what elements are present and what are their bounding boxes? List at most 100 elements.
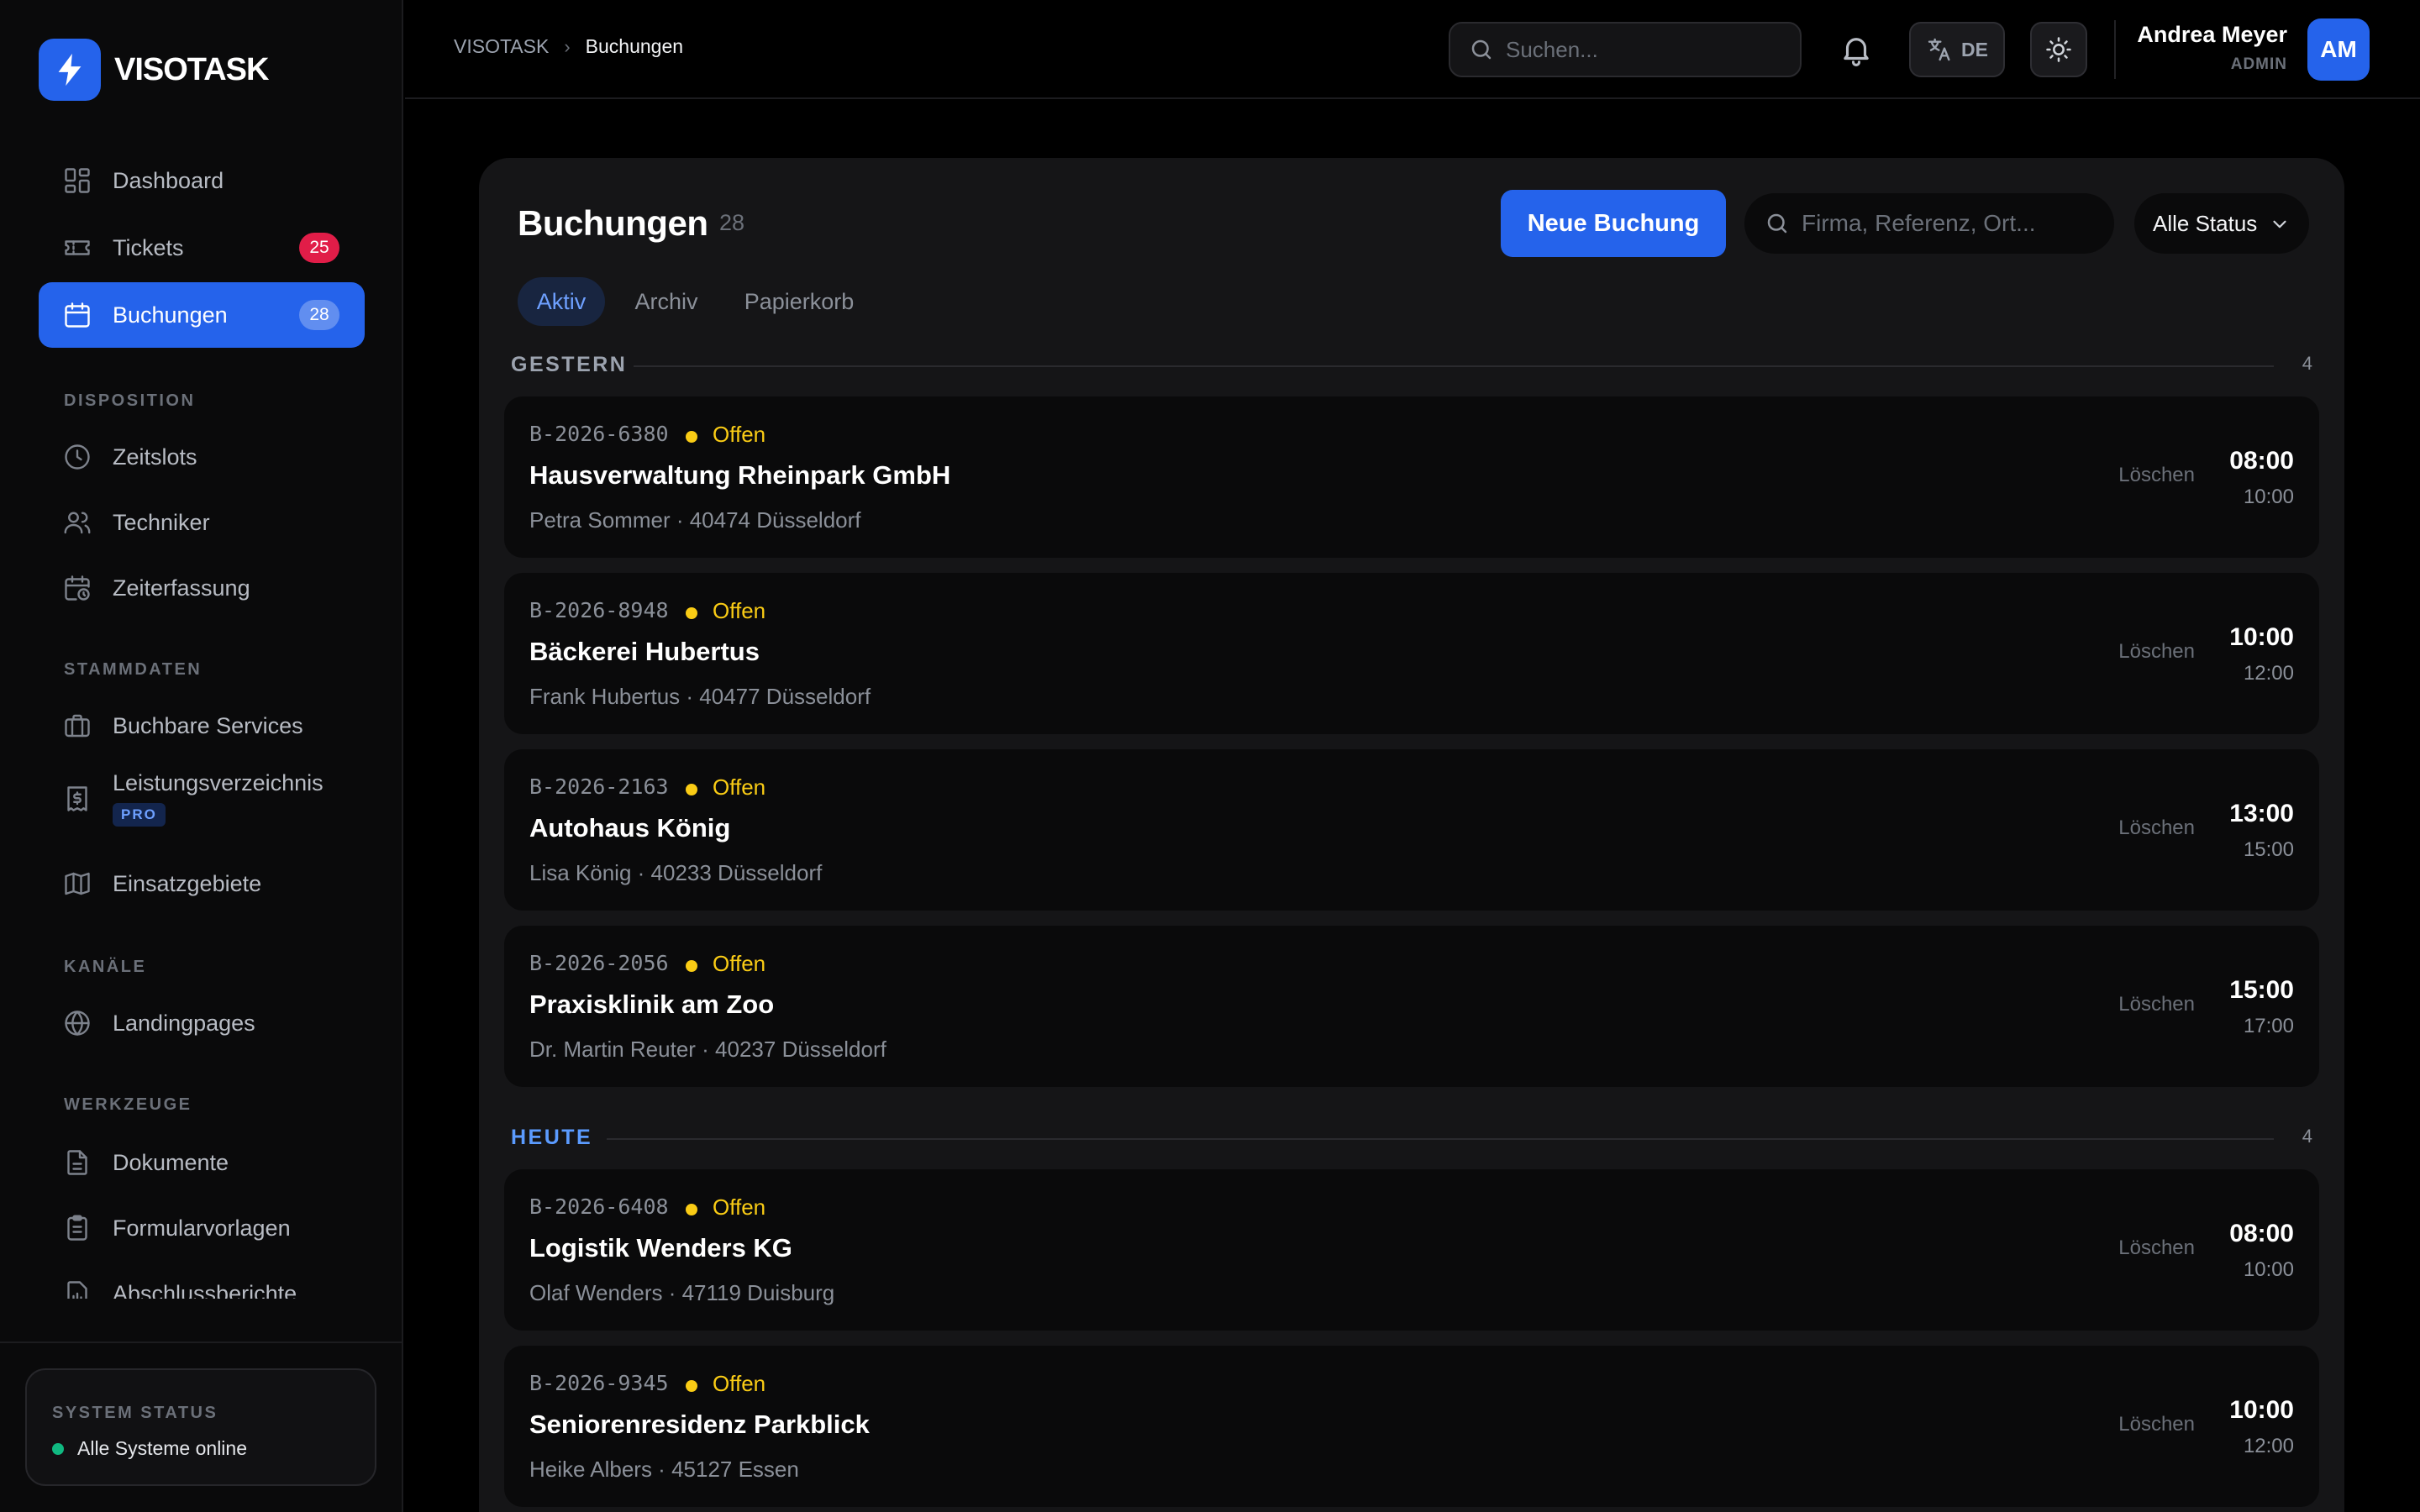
status-dot-icon [686, 784, 697, 795]
sidebar-item-buchbare-services[interactable]: Buchbare Services [39, 693, 365, 759]
booking-title: Autohaus König [529, 813, 731, 843]
booking-status: Offen [713, 598, 766, 623]
sidebar-item-label: Einsatzgebiete [113, 870, 262, 896]
sidebar-item-tickets[interactable]: Tickets 25 [39, 215, 365, 281]
booking-end-time: 10:00 [2243, 486, 2294, 508]
status-dot-icon [686, 1204, 697, 1215]
sidebar-item-label: Zeiterfassung [113, 575, 250, 601]
sidebar-nav: Dashboard Tickets 25 Buchungen 28 DISPOS… [39, 148, 365, 1299]
bookings-search-input[interactable] [1802, 210, 2112, 237]
sidebar-item-abschlussberichte[interactable]: Abschlussberichte [39, 1261, 365, 1299]
pro-badge: PRO [113, 803, 166, 827]
new-booking-button[interactable]: Neue Buchung [1501, 190, 1726, 257]
global-search-input[interactable] [1506, 36, 1791, 63]
booking-card[interactable]: B-2026-6408 Offen Logistik Wenders KG Ol… [504, 1169, 2319, 1331]
booking-start-time: 10:00 [2229, 623, 2294, 651]
tab-archiv[interactable]: Archiv [618, 277, 714, 326]
nav-section-stammdaten: STAMMDATEN [64, 660, 203, 679]
buchungen-count-badge: 28 [299, 300, 339, 330]
sidebar-item-formularvorlagen[interactable]: Formularvorlagen [39, 1195, 365, 1261]
report-icon [67, 1281, 87, 1299]
global-search[interactable] [1449, 22, 1802, 77]
brand[interactable]: VISOTASK [39, 39, 269, 101]
sidebar-item-landingpages[interactable]: Landingpages [39, 990, 365, 1056]
avatar[interactable]: AM [2307, 18, 2370, 81]
language-button[interactable]: DE [1909, 22, 2005, 77]
clipboard-icon [67, 1215, 87, 1241]
clock-icon [65, 444, 90, 470]
delete-booking-button[interactable]: Löschen [2118, 1413, 2195, 1436]
notifications-button[interactable] [1839, 32, 1874, 67]
booking-end-time: 15:00 [2243, 838, 2294, 861]
system-status-card: SYSTEM STATUS Alle Systeme online [25, 1368, 376, 1486]
document-icon [67, 1150, 87, 1175]
bookings-search[interactable] [1744, 193, 2114, 254]
delete-booking-button[interactable]: Löschen [2118, 640, 2195, 664]
sidebar-item-techniker[interactable]: Techniker [39, 490, 365, 555]
breadcrumb-root[interactable]: VISOTASK [454, 35, 549, 58]
group-count: 4 [2302, 353, 2312, 374]
search-icon [1471, 39, 1491, 60]
bookings-panel: Buchungen 28 Neue Buchung Alle Status Ak… [479, 158, 2344, 1512]
topbar: VISOTASK › Buchungen DE Andrea Meyer ADM… [405, 0, 2420, 99]
brand-name: VISOTASK [114, 51, 269, 87]
status-dot-icon [686, 431, 697, 443]
sidebar-item-label: Formularvorlagen [113, 1215, 291, 1241]
translate-icon [1928, 38, 1950, 61]
sidebar-item-dashboard[interactable]: Dashboard [39, 148, 365, 213]
booking-reference: B-2026-6408 [529, 1194, 669, 1219]
booking-card[interactable]: B-2026-9345 Offen Seniorenresidenz Parkb… [504, 1346, 2319, 1507]
sidebar-item-label: Techniker [113, 509, 210, 535]
booking-reference: B-2026-8948 [529, 598, 669, 622]
booking-card[interactable]: B-2026-2163 Offen Autohaus König Lisa Kö… [504, 749, 2319, 911]
sidebar-item-label: Abschlussberichte [113, 1280, 297, 1299]
lightning-bolt-icon [39, 39, 101, 101]
chevron-down-icon [2273, 220, 2286, 228]
booking-status: Offen [713, 774, 766, 800]
sidebar-item-einsatzgebiete[interactable]: Einsatzgebiete [39, 851, 365, 916]
sidebar-item-dokumente[interactable]: Dokumente [39, 1130, 365, 1195]
status-filter-select[interactable]: Alle Status [2134, 193, 2309, 254]
topbar-divider [2114, 20, 2116, 79]
booking-end-time: 12:00 [2243, 1435, 2294, 1457]
sidebar: VISOTASK Dashboard Tickets 25 Buchungen … [0, 0, 403, 1512]
booking-contact: Petra Sommer · 40474 Düsseldorf [529, 507, 861, 533]
delete-booking-button[interactable]: Löschen [2118, 816, 2195, 840]
booking-reference: B-2026-2056 [529, 951, 669, 975]
sidebar-item-label: Buchbare Services [113, 712, 303, 738]
delete-booking-button[interactable]: Löschen [2118, 464, 2195, 487]
system-status-title: SYSTEM STATUS [52, 1404, 218, 1422]
sidebar-item-zeitslots[interactable]: Zeitslots [39, 424, 365, 490]
booking-card[interactable]: B-2026-6380 Offen Hausverwaltung Rheinpa… [504, 396, 2319, 558]
user-name[interactable]: Andrea Meyer [2137, 22, 2287, 48]
booking-title: Bäckerei Hubertus [529, 637, 760, 666]
sidebar-item-label: Landingpages [113, 1010, 255, 1036]
booking-reference: B-2026-9345 [529, 1371, 669, 1395]
booking-title: Logistik Wenders KG [529, 1233, 792, 1263]
nav-section-kanaele: KANÄLE [64, 958, 147, 976]
booking-card[interactable]: B-2026-2056 Offen Praxisklinik am Zoo Dr… [504, 926, 2319, 1087]
breadcrumb-current: Buchungen [585, 35, 684, 57]
booking-status: Offen [713, 1194, 766, 1220]
sidebar-item-buchungen[interactable]: Buchungen 28 [39, 282, 365, 348]
nav-section-disposition: DISPOSITION [64, 391, 196, 410]
sidebar-divider [0, 1341, 403, 1343]
delete-booking-button[interactable]: Löschen [2118, 993, 2195, 1016]
system-status-line: Alle Systeme online [52, 1437, 247, 1460]
booking-end-time: 10:00 [2243, 1258, 2294, 1281]
booking-card[interactable]: B-2026-8948 Offen Bäckerei Hubertus Fran… [504, 573, 2319, 734]
sun-icon [2046, 37, 2071, 62]
chevron-right-icon: › [564, 35, 571, 57]
tickets-count-badge: 25 [299, 233, 339, 263]
group-count: 4 [2302, 1126, 2312, 1147]
sidebar-item-leistungsverzeichnis[interactable]: Leistungsverzeichnis PRO [39, 759, 365, 843]
booking-contact: Lisa König · 40233 Düsseldorf [529, 860, 823, 885]
tab-aktiv[interactable]: Aktiv [518, 277, 605, 326]
user-role: ADMIN [2230, 55, 2287, 73]
group-label: GESTERN [511, 353, 628, 376]
theme-toggle-button[interactable] [2030, 22, 2087, 77]
group-label: HEUTE [511, 1126, 593, 1149]
tab-papierkorb[interactable]: Papierkorb [728, 277, 871, 326]
delete-booking-button[interactable]: Löschen [2118, 1236, 2195, 1260]
sidebar-item-zeiterfassung[interactable]: Zeiterfassung [39, 555, 365, 621]
